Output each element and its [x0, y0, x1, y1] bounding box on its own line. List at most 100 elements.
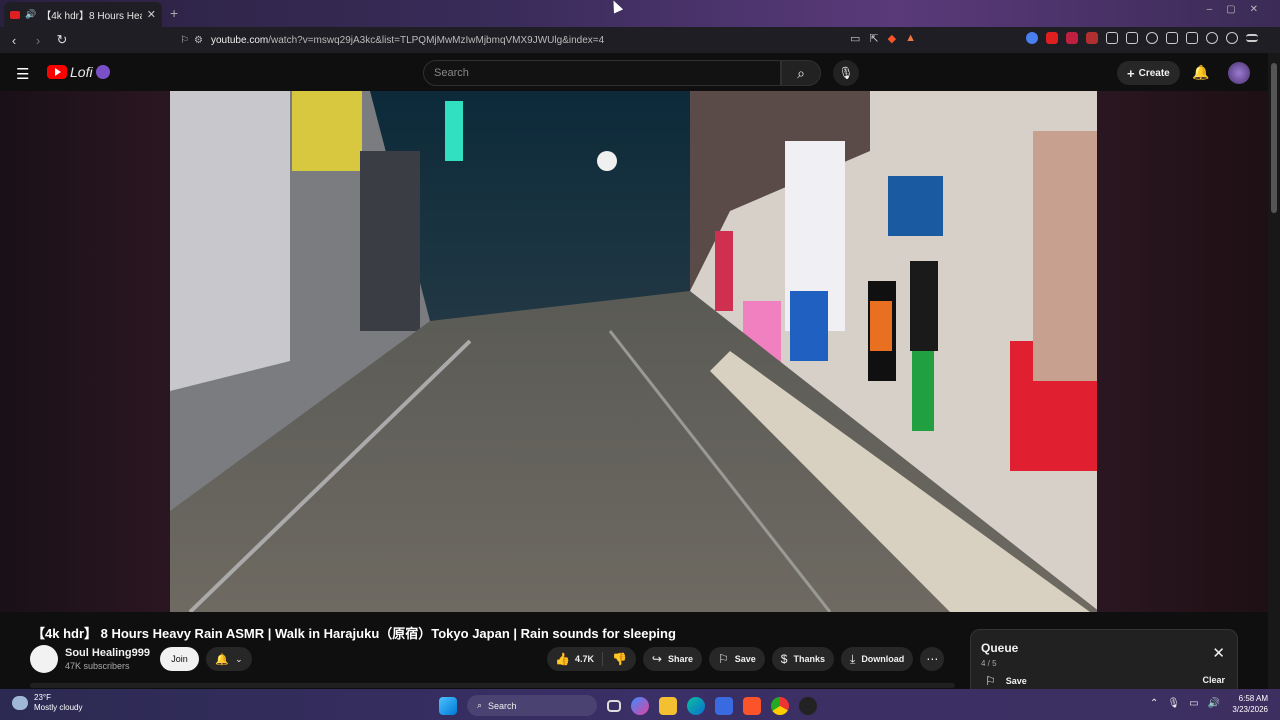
save-button[interactable]: ⚐ Save: [709, 647, 765, 671]
brave-shield-icon[interactable]: ◆: [888, 32, 896, 45]
account-avatar[interactable]: [1228, 62, 1250, 84]
edge-icon[interactable]: [687, 696, 705, 715]
like-button[interactable]: 👍 4.7K: [547, 652, 603, 666]
youtube-logo[interactable]: Lofi: [47, 64, 110, 80]
notifications-icon[interactable]: 🔔: [1192, 64, 1209, 81]
microphone-icon[interactable]: 🎙: [1167, 698, 1180, 709]
download-button[interactable]: ⤓ Download: [841, 647, 914, 671]
leo-ai-icon[interactable]: [1206, 32, 1218, 44]
hamburger-menu-icon[interactable]: ☰: [16, 65, 29, 83]
share-label: Share: [667, 654, 693, 664]
url-path: /watch?v=mswq29jA3kc&list=TLPQMjMwMzIwMj…: [268, 34, 605, 46]
queue-panel: Queue 4 / 5 ✕ ⚐ Save Clear: [970, 629, 1238, 690]
search-placeholder: Search: [434, 67, 469, 79]
youtube-favicon-icon: [10, 10, 20, 19]
youtube-header: ☰ Lofi Search ⌕ 🎙 + Create 🔔: [0, 53, 1280, 91]
app-icon[interactable]: [799, 696, 817, 715]
wallet-icon[interactable]: [1186, 32, 1198, 44]
share-button[interactable]: ↪ Share: [642, 647, 702, 671]
forward-icon[interactable]: ›: [28, 33, 48, 48]
subscription-bell-button[interactable]: 🔔 ⌄: [206, 647, 252, 671]
queue-save-button[interactable]: ⚐ Save: [985, 674, 1027, 688]
taskbar-search[interactable]: ⌕ Search: [467, 695, 597, 716]
video-actions: 👍 4.7K 👎 ↪ Share ⚐ Save $ Thanks ⤓ Download ⋯: [547, 647, 945, 671]
brave-icon[interactable]: [743, 696, 761, 715]
share-icon: ↪: [651, 652, 662, 666]
menu-icon[interactable]: [1246, 34, 1258, 42]
weather-widget[interactable]: 23°F Mostly cloudy: [12, 693, 82, 713]
back-icon[interactable]: ‹: [4, 33, 24, 48]
taskbar-clock[interactable]: 6:58 AM 3/23/2026: [1222, 693, 1268, 715]
store-icon[interactable]: [715, 696, 733, 715]
queue-count: 4 / 5: [981, 659, 997, 668]
video-title: 【4k hdr】 8 Hours Heavy Rain ASMR | Walk …: [32, 626, 676, 641]
extension-icons: [1026, 32, 1258, 44]
file-explorer-icon[interactable]: [659, 696, 677, 715]
sidebar-icon[interactable]: [1166, 32, 1178, 44]
temperature: 23°F: [34, 693, 51, 702]
extension-3-icon[interactable]: [1066, 32, 1078, 44]
copilot-icon[interactable]: [631, 696, 649, 715]
join-button[interactable]: Join: [160, 647, 199, 671]
browser-tab-strip: 🔊 【4k hdr】8 Hours Heavy Rain ✕ + –▢✕: [0, 0, 1280, 27]
create-button[interactable]: + Create: [1117, 61, 1180, 85]
bookmark-icon[interactable]: ⚐: [180, 35, 189, 46]
more-actions-button[interactable]: ⋯: [920, 647, 945, 671]
video-player[interactable]: [170, 91, 1097, 612]
browser-tab-youtube[interactable]: 🔊 【4k hdr】8 Hours Heavy Rain ✕: [4, 2, 162, 27]
audio-playing-icon[interactable]: 🔊: [25, 9, 36, 20]
extension-6-icon[interactable]: [1126, 32, 1138, 44]
queue-clear-button[interactable]: Clear: [1202, 675, 1225, 685]
tab-title: 【4k hdr】8 Hours Heavy Rain: [41, 11, 142, 22]
bell-icon: 🔔: [215, 653, 230, 666]
search-input[interactable]: Search: [423, 60, 781, 86]
thanks-button[interactable]: $ Thanks: [771, 647, 834, 671]
create-label: Create: [1138, 67, 1170, 79]
channel-avatar[interactable]: [30, 645, 58, 673]
new-tab-icon[interactable]: +: [170, 5, 178, 21]
weather-condition: Mostly cloudy: [34, 703, 83, 712]
share-page-icon[interactable]: ⇱: [869, 32, 878, 45]
download-icon: ⤓: [850, 651, 856, 666]
page-scrollbar[interactable]: [1268, 53, 1280, 690]
cast-icon[interactable]: ▭: [850, 32, 860, 45]
brave-rewards-icon[interactable]: ▲: [905, 32, 916, 45]
thanks-label: Thanks: [793, 654, 825, 664]
bookmark-icon: ⚐: [718, 652, 729, 666]
close-queue-icon[interactable]: ✕: [1212, 644, 1225, 662]
extension-2-icon[interactable]: [1046, 32, 1058, 44]
queue-save-label: Save: [1005, 676, 1027, 686]
voice-search-button[interactable]: 🎙: [833, 60, 859, 86]
youtube-play-icon: [47, 65, 67, 79]
task-view-icon[interactable]: [607, 699, 621, 712]
extension-4-icon[interactable]: [1086, 32, 1098, 44]
more-icon: ⋯: [926, 652, 939, 666]
extension-1-icon[interactable]: [1026, 32, 1038, 44]
extension-5-icon[interactable]: [1106, 32, 1118, 44]
windows-start-icon[interactable]: [439, 696, 457, 715]
volume-icon[interactable]: 🔊: [1208, 698, 1220, 709]
subscriber-count: 47K subscribers: [65, 661, 130, 671]
tray-overflow-icon[interactable]: ⌃: [1150, 698, 1158, 709]
like-dislike-group: 👍 4.7K 👎: [547, 647, 636, 671]
download-label: Download: [861, 654, 905, 664]
bookmark-icon: ⚐: [985, 674, 996, 688]
search-icon: ⌕: [797, 64, 805, 81]
cloud-icon: [12, 696, 28, 710]
reload-icon[interactable]: ↻: [52, 32, 72, 48]
chrome-icon[interactable]: [771, 696, 789, 715]
plus-icon: +: [1127, 65, 1135, 81]
vpn-icon[interactable]: [1226, 32, 1238, 44]
save-label: Save: [734, 654, 756, 664]
taskbar-search-label: Search: [488, 700, 517, 711]
dislike-button[interactable]: 👎: [603, 652, 636, 666]
display-icon[interactable]: ▭: [1189, 698, 1198, 709]
window-controls[interactable]: –▢✕: [1207, 4, 1272, 15]
site-info-icon[interactable]: ⚙: [194, 35, 203, 46]
address-bar[interactable]: ⚐ ⚙ youtube.com/watch?v=mswq29jA3kc&list…: [180, 30, 944, 50]
channel-name[interactable]: Soul Healing999: [65, 647, 150, 659]
search-button[interactable]: ⌕: [781, 60, 821, 86]
scrollbar-thumb[interactable]: [1271, 63, 1277, 213]
music-icon[interactable]: [1146, 32, 1158, 44]
close-tab-icon[interactable]: ✕: [147, 8, 156, 21]
